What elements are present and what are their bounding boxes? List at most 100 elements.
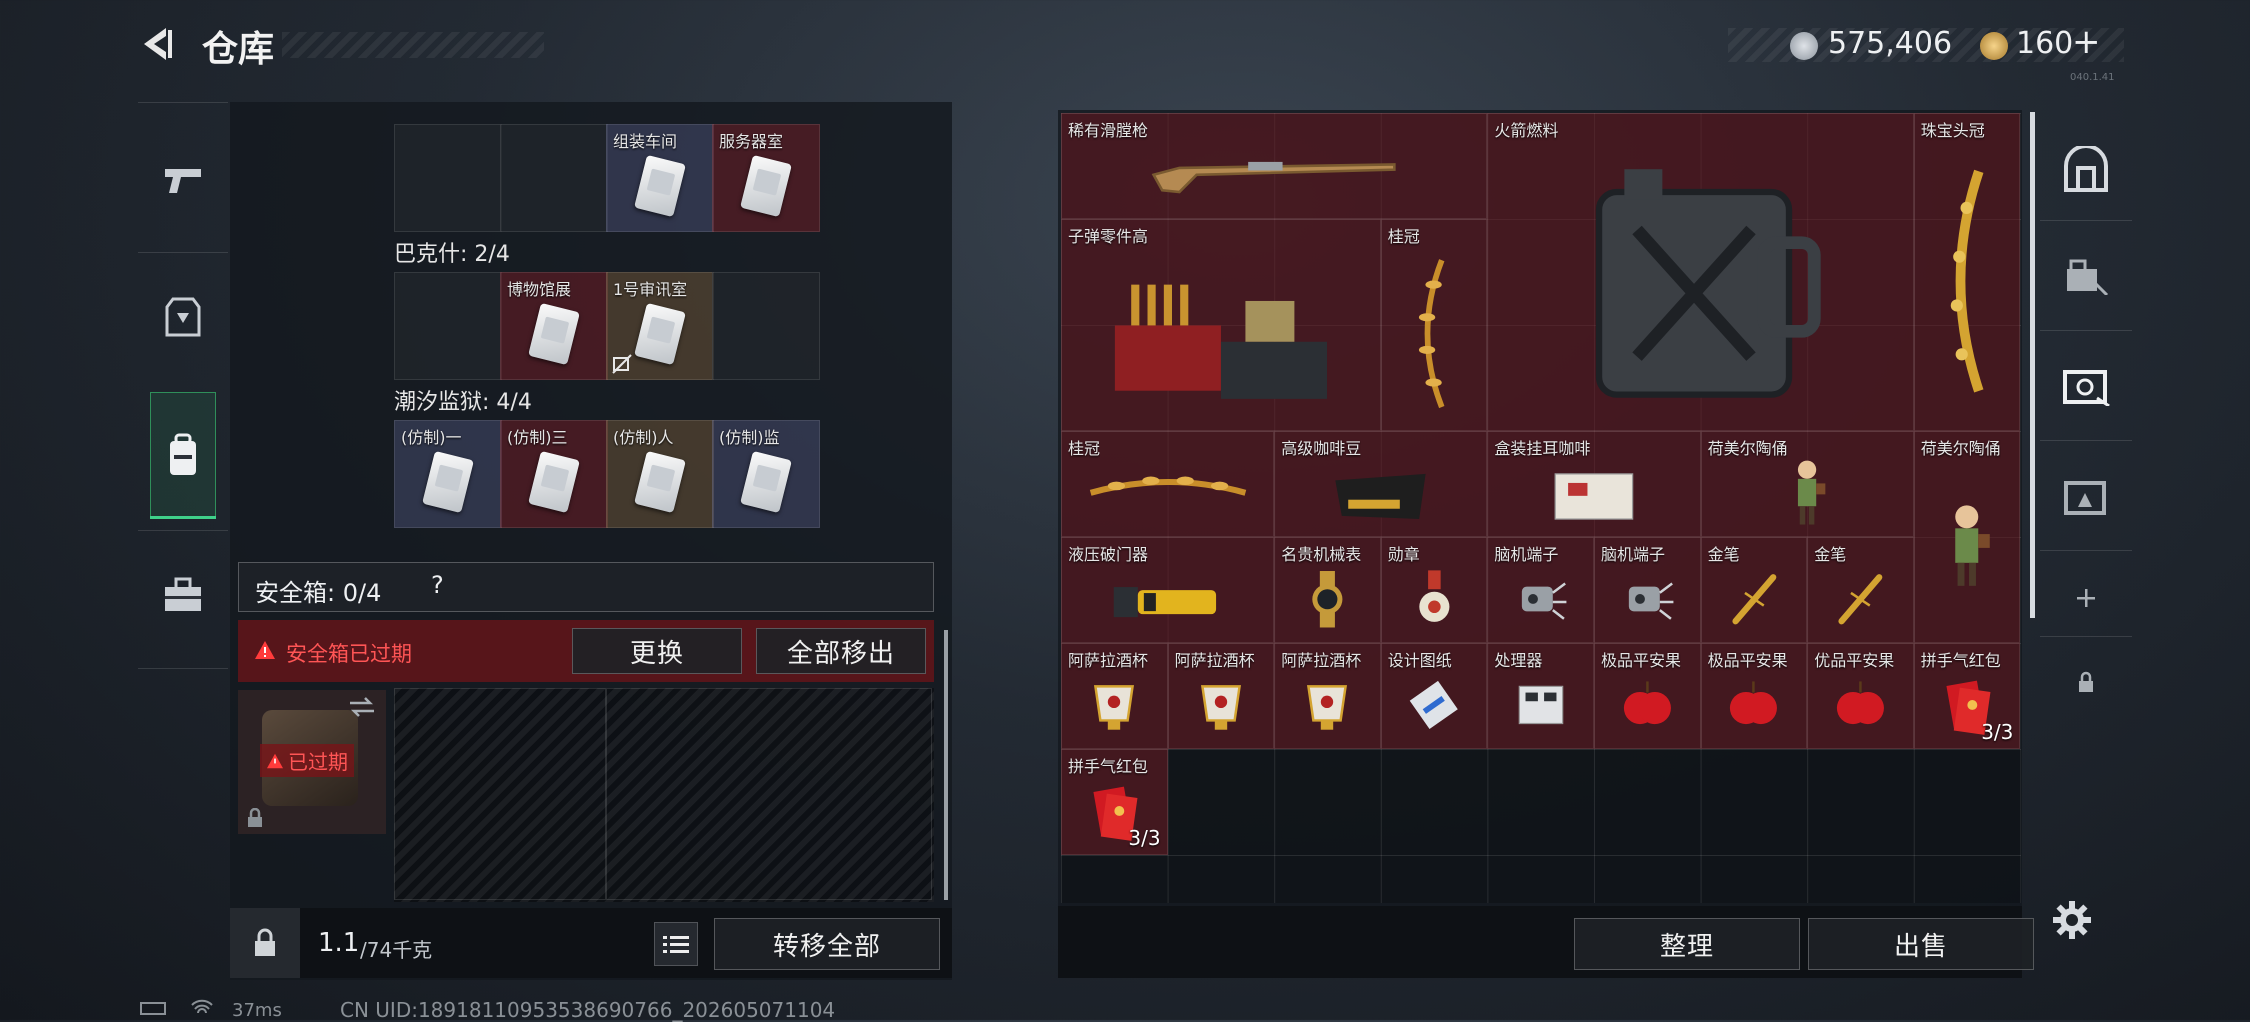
stash-item[interactable]: 勋章: [1380, 537, 1488, 643]
stash-item[interactable]: 子弹零件高: [1061, 219, 1381, 431]
stash-item[interactable]: 优品平安果: [1807, 643, 1914, 749]
item-count: 3/3: [1128, 826, 1161, 850]
tab-equipment[interactable]: [2050, 232, 2122, 318]
stash-item[interactable]: 盒装挂耳咖啡: [1487, 431, 1701, 537]
stash-item[interactable]: 拼手气红包 3/3: [1913, 643, 2021, 749]
key-label: 服务器室: [719, 132, 784, 151]
key-section-2: 博物馆展 1号审讯室: [394, 272, 822, 380]
tab-weapons[interactable]: [138, 114, 228, 244]
organize-button[interactable]: 整理: [1574, 918, 1800, 970]
key-slot[interactable]: 1号审讯室: [606, 272, 714, 380]
move-all-out-button[interactable]: 全部移出: [756, 628, 926, 674]
item-name: 极品平安果: [1707, 651, 1788, 670]
safebox-slot[interactable]: 已过期: [238, 690, 386, 834]
stash-item[interactable]: 荷美尔陶俑: [1913, 431, 2021, 643]
key-slot[interactable]: (仿制)一: [394, 420, 502, 528]
key-label: 博物馆展: [507, 280, 572, 299]
stash-item[interactable]: 阿萨拉酒杯: [1061, 643, 1168, 749]
coffee-icon: [1275, 450, 1486, 536]
processor-icon: [1488, 662, 1593, 748]
panel-scrollbar[interactable]: [944, 630, 948, 900]
stash-item[interactable]: 设计图纸: [1380, 643, 1488, 749]
stash-item[interactable]: 桂冠: [1061, 431, 1275, 537]
keycard-icon: [634, 303, 686, 366]
stash-item[interactable]: 液压破门器: [1061, 537, 1275, 643]
safebox-help-button[interactable]: ?: [431, 571, 444, 599]
key-slot[interactable]: (仿制)监: [712, 420, 820, 528]
key-slot[interactable]: 组装车间: [606, 124, 714, 232]
stash-item[interactable]: 荷美尔陶俑: [1700, 431, 1914, 537]
add-currency-button[interactable]: +: [2072, 22, 2101, 62]
item-name: 优品平安果: [1814, 651, 1895, 670]
add-icon: [2077, 589, 2095, 607]
stash-item[interactable]: 稀有滑膛枪: [1061, 113, 1488, 219]
lock-button[interactable]: [230, 908, 300, 978]
key-label: 组装车间: [613, 132, 678, 151]
key-slot[interactable]: [394, 272, 502, 380]
right-tab-bar: [2040, 116, 2132, 756]
stash-item[interactable]: 极品平安果: [1594, 643, 1701, 749]
stash-item[interactable]: 金笔: [1807, 537, 1914, 643]
wifi-icon: [191, 999, 213, 1014]
stash-item[interactable]: 脑机端子: [1594, 537, 1701, 643]
stash-item[interactable]: 极品平安果: [1700, 643, 1808, 749]
tab-safe[interactable]: [2050, 342, 2122, 428]
stash-item[interactable]: 高级咖啡豆: [1274, 431, 1488, 537]
item-name: 高级咖啡豆: [1281, 439, 1362, 458]
tab-backpack[interactable]: [150, 392, 216, 518]
key-slot[interactable]: [394, 124, 502, 232]
item-name: 桂冠: [1387, 227, 1420, 246]
currency-b-value: 160: [2016, 26, 2074, 61]
key-slot[interactable]: 服务器室: [712, 124, 820, 232]
stash-item[interactable]: 金笔: [1700, 537, 1808, 643]
item-name: 脑机端子: [1494, 545, 1559, 564]
figurine-icon: [1915, 450, 2020, 642]
keycard-icon: [528, 451, 580, 514]
vault-icon: [2064, 146, 2108, 192]
stash-item[interactable]: 处理器: [1487, 643, 1594, 749]
tab-vault[interactable]: [2050, 126, 2122, 212]
keycard-icon: [634, 451, 686, 514]
key-slot[interactable]: [500, 124, 608, 232]
stash-item[interactable]: 阿萨拉酒杯: [1167, 643, 1275, 749]
item-name: 拼手气红包: [1920, 651, 2001, 670]
item-name: 拼手气红包: [1068, 757, 1149, 776]
stash-item[interactable]: 珠宝头冠: [1913, 113, 2021, 431]
key-slot[interactable]: (仿制)三: [500, 420, 608, 528]
list-view-button[interactable]: [654, 922, 698, 966]
sell-button[interactable]: 出售: [1808, 918, 2034, 970]
warning-icon: [267, 753, 283, 768]
stash-item[interactable]: 火箭燃料: [1487, 113, 1914, 431]
left-footer: 1.1 /74千克 转移全部: [230, 908, 952, 978]
replace-button[interactable]: 更换: [572, 628, 742, 674]
weight-value: 1.1: [318, 928, 360, 958]
stash-item[interactable]: 名贵机械表: [1274, 537, 1381, 643]
tab-storage[interactable]: [2050, 452, 2122, 538]
key-section-title: 潮汐监狱: 4/4: [394, 390, 532, 415]
item-name: 火箭燃料: [1494, 121, 1559, 140]
key-slot[interactable]: (仿制)人: [606, 420, 714, 528]
stash-item[interactable]: 阿萨拉酒杯: [1274, 643, 1381, 749]
safebox-grid: [394, 688, 934, 902]
laurel-h-icon: [1062, 450, 1273, 536]
transfer-all-button[interactable]: 转移全部: [714, 918, 940, 970]
tab-toolbox[interactable]: [138, 530, 228, 660]
figurine-icon: [1702, 450, 1913, 536]
add-tab-button[interactable]: [2050, 562, 2122, 634]
tab-armor[interactable]: [138, 252, 228, 382]
key-slot[interactable]: [712, 272, 820, 380]
keycard-icon: [528, 303, 580, 366]
key-slot[interactable]: 博物馆展: [500, 272, 608, 380]
settings-button[interactable]: [2050, 898, 2094, 942]
swap-icon[interactable]: [348, 696, 376, 718]
breacher-icon: [1062, 556, 1273, 642]
stash-footer: 整理 出售: [1058, 906, 2034, 978]
locked-tab[interactable]: [2050, 646, 2122, 718]
stash-item[interactable]: 脑机端子: [1487, 537, 1594, 643]
left-tab-bar: [138, 102, 228, 672]
stash-item[interactable]: 桂冠: [1380, 219, 1488, 431]
stash-item[interactable]: 拼手气红包 3/3: [1061, 749, 1168, 855]
back-button[interactable]: [136, 22, 180, 66]
stash-scrollbar[interactable]: [2030, 112, 2035, 618]
keycard-icon: [740, 155, 792, 218]
